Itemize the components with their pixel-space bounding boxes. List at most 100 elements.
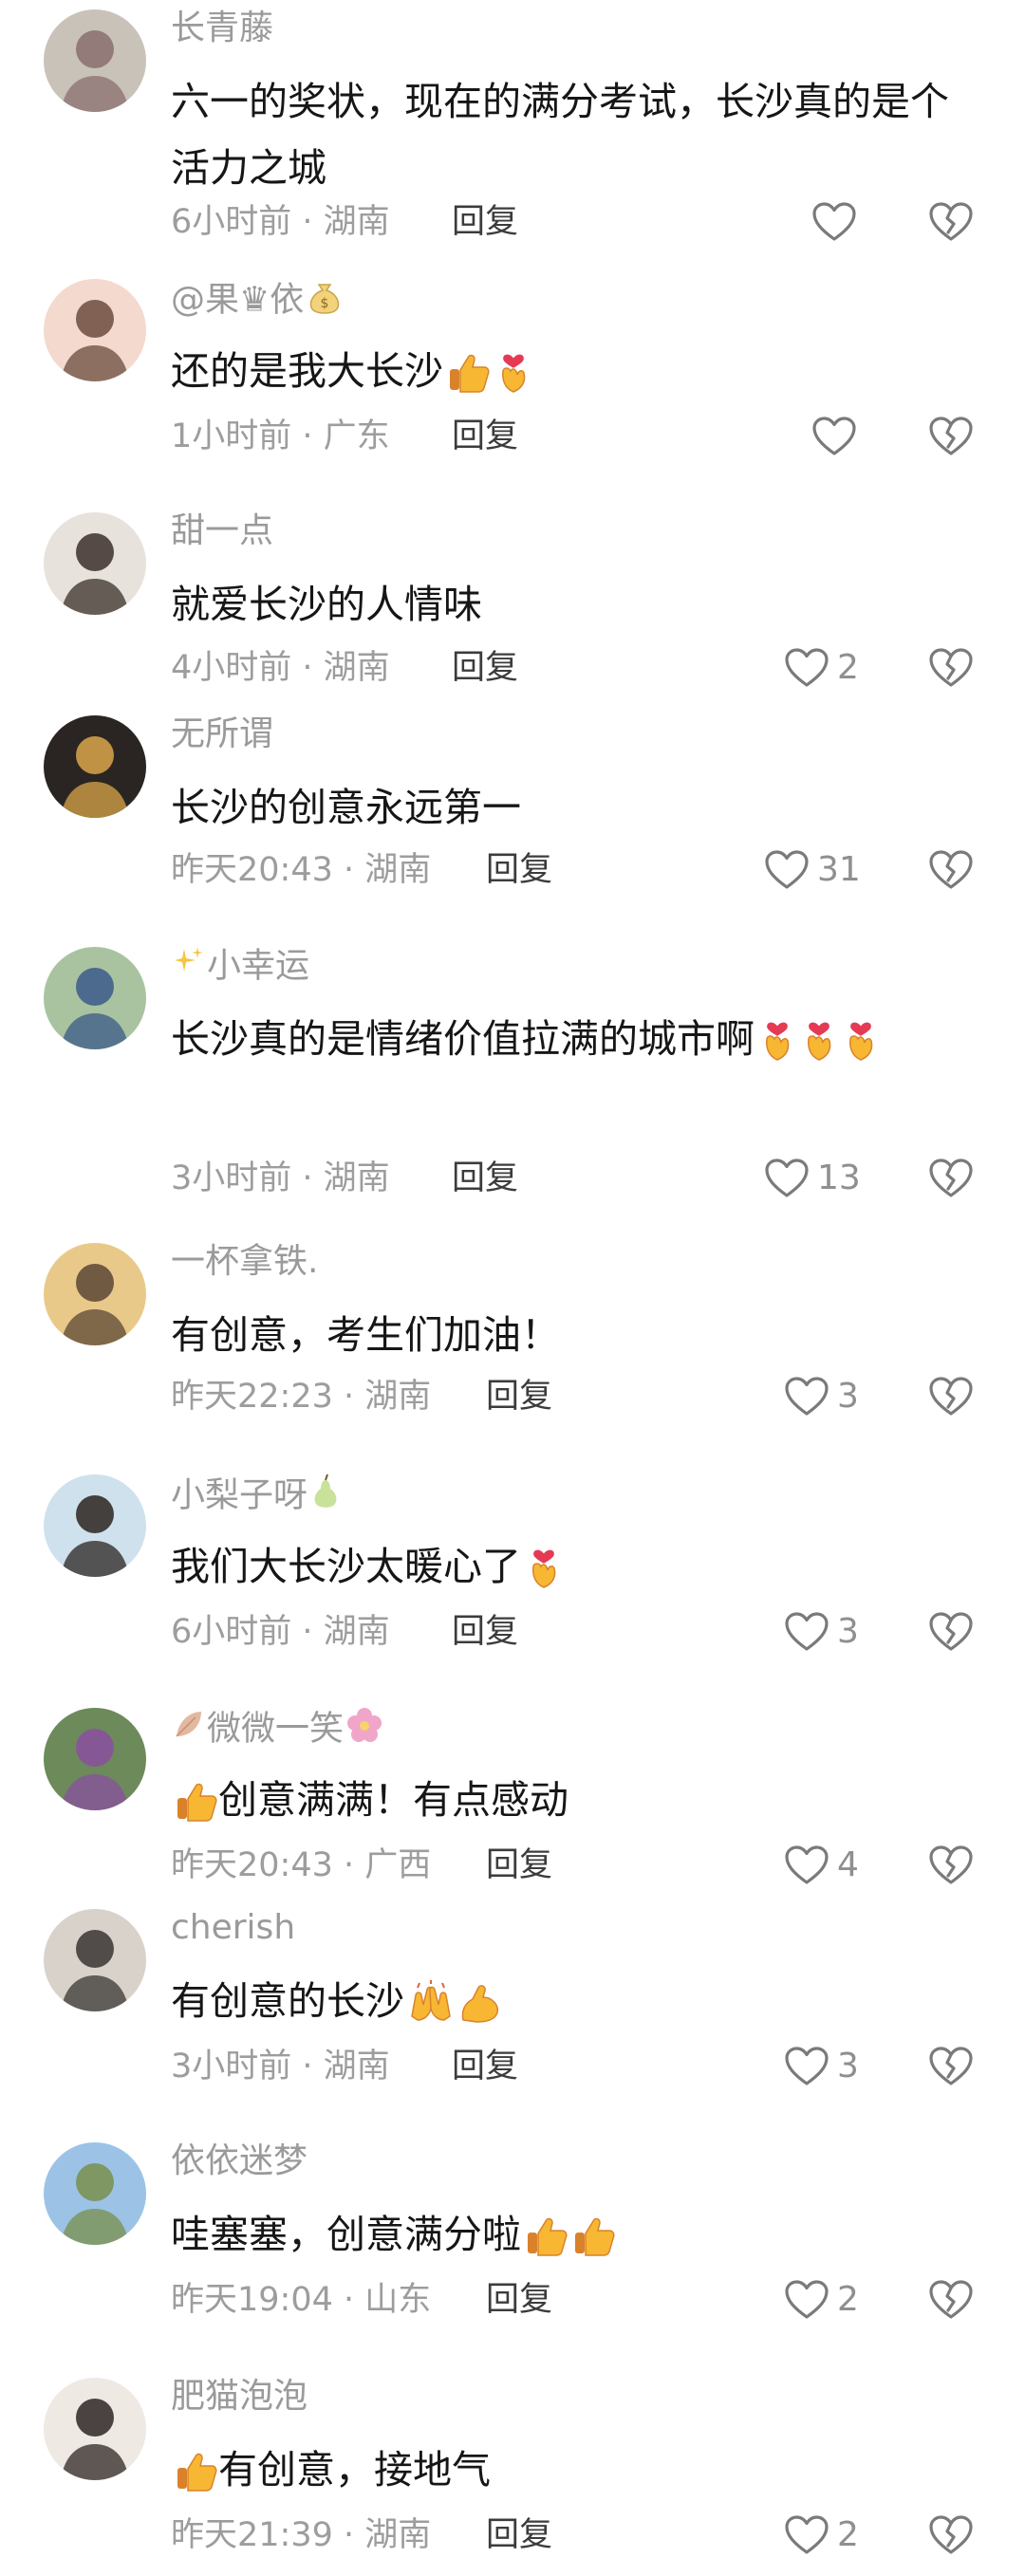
finger-heart-emoji [800,1015,838,1082]
dislike-button[interactable] [928,2514,974,2556]
username-text: 肥猫泡泡 [171,2377,308,2416]
broken-heart-outline-icon [928,849,974,891]
username-text: 长青藤 [171,9,274,47]
comment-text: 哇塞塞，创意满分啦 [171,2201,959,2277]
username-text: @果♛依 [171,280,305,320]
avatar[interactable] [44,2142,146,2245]
username[interactable]: 依依迷梦 [171,2140,308,2182]
like-button[interactable]: 13 [764,1158,861,1199]
username[interactable]: 甜一点 [171,510,273,552]
username[interactable]: 小梨子呀 [171,1473,344,1521]
username[interactable]: 无所谓 [171,713,273,755]
reply-button[interactable]: 回复 [486,849,552,891]
avatar[interactable] [44,279,146,381]
avatar[interactable] [44,1708,146,1810]
username[interactable]: 一杯拿铁. [171,1241,318,1283]
comment-meta: 昨天20:43 · 湖南 [171,851,432,889]
like-button[interactable] [811,416,874,457]
like-button[interactable]: 2 [784,2514,859,2556]
comment-text-content: 还的是我大长沙 [171,348,443,394]
comment-text: 有创意，考生们加油！ [171,1302,959,1368]
username[interactable]: 肥猫泡泡 [171,2376,308,2418]
reply-button[interactable]: 回复 [486,1844,552,1886]
reply-button[interactable]: 回复 [452,416,518,457]
like-button[interactable]: 2 [784,647,859,689]
heart-outline-icon [764,849,810,891]
avatar[interactable] [44,1909,146,2011]
dislike-button[interactable] [928,1844,974,1886]
reply-button[interactable]: 回复 [452,1158,518,1199]
reply-button[interactable]: 回复 [486,2279,552,2321]
flower-emoji [345,1706,383,1754]
avatar[interactable] [44,947,146,1049]
comment-text: 就爱长沙的人情味 [171,571,959,638]
comment-text-content: 就爱长沙的人情味 [171,582,482,627]
avatar[interactable] [44,2378,146,2480]
username[interactable]: @果♛依 $ [171,277,345,325]
like-count: 2 [837,2280,859,2319]
comment-text-content: 有创意，考生们加油！ [171,1312,560,1358]
dislike-button[interactable] [928,647,974,689]
username-text: 微微一笑 [207,1709,345,1749]
reply-button[interactable]: 回复 [486,2514,552,2556]
reply-button[interactable]: 回复 [452,1611,518,1653]
username[interactable]: 小幸运 [171,945,309,990]
like-button[interactable] [811,201,874,243]
dislike-button[interactable] [928,416,974,457]
broken-heart-outline-icon [928,647,974,689]
comment-meta: 3小时前 · 湖南 [171,1159,390,1197]
comment-text-content: 创意满满！有点感动 [218,1777,568,1823]
comment-text: 有创意的长沙 [171,1968,959,2044]
like-button[interactable]: 2 [784,2279,859,2321]
like-button[interactable]: 4 [784,1844,859,1886]
dislike-button[interactable] [928,849,974,891]
like-button[interactable]: 3 [784,2046,859,2087]
dislike-button[interactable] [928,1376,974,1418]
username-text: 依依迷梦 [171,2141,308,2180]
comment-text: 我们大长沙太暖心了 [171,1533,959,1609]
broken-heart-outline-icon [928,2514,974,2556]
reply-button[interactable]: 回复 [486,1376,552,1418]
like-button[interactable]: 3 [784,1376,859,1418]
username-text: 无所谓 [171,714,274,753]
broken-heart-outline-icon [928,416,974,457]
comment-text: 创意满满！有点感动 [171,1767,959,1843]
avatar[interactable] [44,512,146,615]
like-count: 13 [817,1158,861,1197]
avatar[interactable] [44,715,146,818]
heart-outline-icon [811,416,857,457]
comment-meta: 昨天20:43 · 广西 [171,1846,432,1884]
avatar[interactable] [44,1243,146,1345]
broken-heart-outline-icon [928,1158,974,1199]
username[interactable]: 长青藤 [171,8,273,49]
avatar[interactable] [44,1474,146,1577]
reply-button[interactable]: 回复 [452,201,518,243]
sparkles-emoji [173,945,205,990]
username-text: 一杯拿铁. [171,1242,319,1281]
like-count: 2 [837,648,859,687]
like-button[interactable]: 3 [784,1611,859,1653]
finger-heart-emoji [842,1015,880,1082]
username[interactable]: cherish [171,1907,295,1949]
avatar[interactable] [44,9,146,112]
heart-outline-icon [784,2514,829,2556]
dislike-button[interactable] [928,2279,974,2321]
comment-text-content: 长沙的创意永远第一 [171,785,521,830]
dislike-button[interactable] [928,2046,974,2087]
dislike-button[interactable] [928,1158,974,1199]
username-text: cherish [171,1908,296,1947]
finger-heart-emoji [525,1543,563,1609]
comment-text-content: 六一的奖状，现在的满分考试，长沙真的是个活力之城 [171,79,949,191]
like-count: 3 [837,2047,859,2085]
like-button[interactable]: 31 [764,849,861,891]
dislike-button[interactable] [928,201,974,243]
comment-text: 还的是我大长沙 [171,338,959,414]
heart-outline-icon [784,647,829,689]
like-count: 4 [837,1845,859,1884]
reply-button[interactable]: 回复 [452,647,518,689]
dislike-button[interactable] [928,1611,974,1653]
reply-button[interactable]: 回复 [452,2046,518,2087]
comment-meta: 6小时前 · 湖南 [171,203,390,241]
thumbs-up-emoji [447,347,491,414]
username[interactable]: 微微一笑 [171,1706,385,1754]
